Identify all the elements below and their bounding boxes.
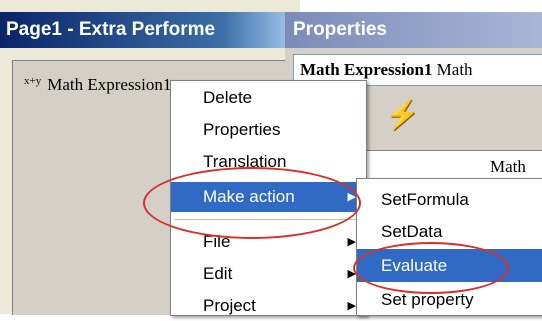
submenu-item-evaluate[interactable]: Evaluate <box>357 249 542 282</box>
menu-item-label: Properties <box>203 120 281 139</box>
menu-item-delete[interactable]: Delete <box>171 83 366 113</box>
menu-item-label: Make action <box>203 187 295 206</box>
grid-column-header: Math <box>490 157 526 176</box>
make-action-submenu: SetFormula SetData Evaluate Set property <box>356 178 542 316</box>
node-label: Math Expression1 <box>47 75 172 94</box>
math-expression-node[interactable]: x+y Math Expression1 <box>24 75 171 95</box>
selected-object-name: Math Expression1 <box>300 60 433 79</box>
submenu-item-label: SetData <box>381 222 443 241</box>
submenu-arrow-icon: ▶ <box>347 300 356 312</box>
menu-item-translation[interactable]: Translation <box>171 147 366 177</box>
submenu-arrow-icon: ▶ <box>347 191 356 203</box>
designer-title: Page1 - Extra Performe <box>0 12 296 48</box>
menu-item-label: File <box>203 232 231 251</box>
menu-item-label: Translation <box>203 152 287 171</box>
submenu-item-setformula[interactable]: SetFormula <box>357 183 542 216</box>
submenu-item-label: Set property <box>381 290 474 309</box>
menu-item-label: Delete <box>203 88 253 107</box>
menu-item-project[interactable]: Project ▶ <box>171 291 366 321</box>
menu-item-properties[interactable]: Properties <box>171 115 366 145</box>
menu-item-file[interactable]: File ▶ <box>171 227 366 257</box>
properties-title: Properties <box>285 12 542 48</box>
menu-item-label: Project <box>203 296 256 315</box>
submenu-item-label: Evaluate <box>381 256 448 275</box>
context-menu: Delete Properties Translation Make actio… <box>170 80 367 316</box>
selected-object-type: Math <box>436 60 473 79</box>
submenu-item-label: SetFormula <box>381 190 469 209</box>
menu-item-label: Edit <box>203 264 233 283</box>
math-expression-icon: x+y <box>24 75 42 87</box>
submenu-arrow-icon: ▶ <box>347 236 356 248</box>
submenu-arrow-icon: ▶ <box>347 268 356 280</box>
menu-separator <box>175 219 362 220</box>
menu-item-make-action[interactable]: Make action ▶ <box>171 182 366 212</box>
menu-item-edit[interactable]: Edit ▶ <box>171 259 366 289</box>
submenu-item-setdata[interactable]: SetData <box>357 215 542 248</box>
lightning-icon[interactable]: ⚡ <box>385 98 420 131</box>
submenu-item-set-property[interactable]: Set property <box>357 283 542 316</box>
